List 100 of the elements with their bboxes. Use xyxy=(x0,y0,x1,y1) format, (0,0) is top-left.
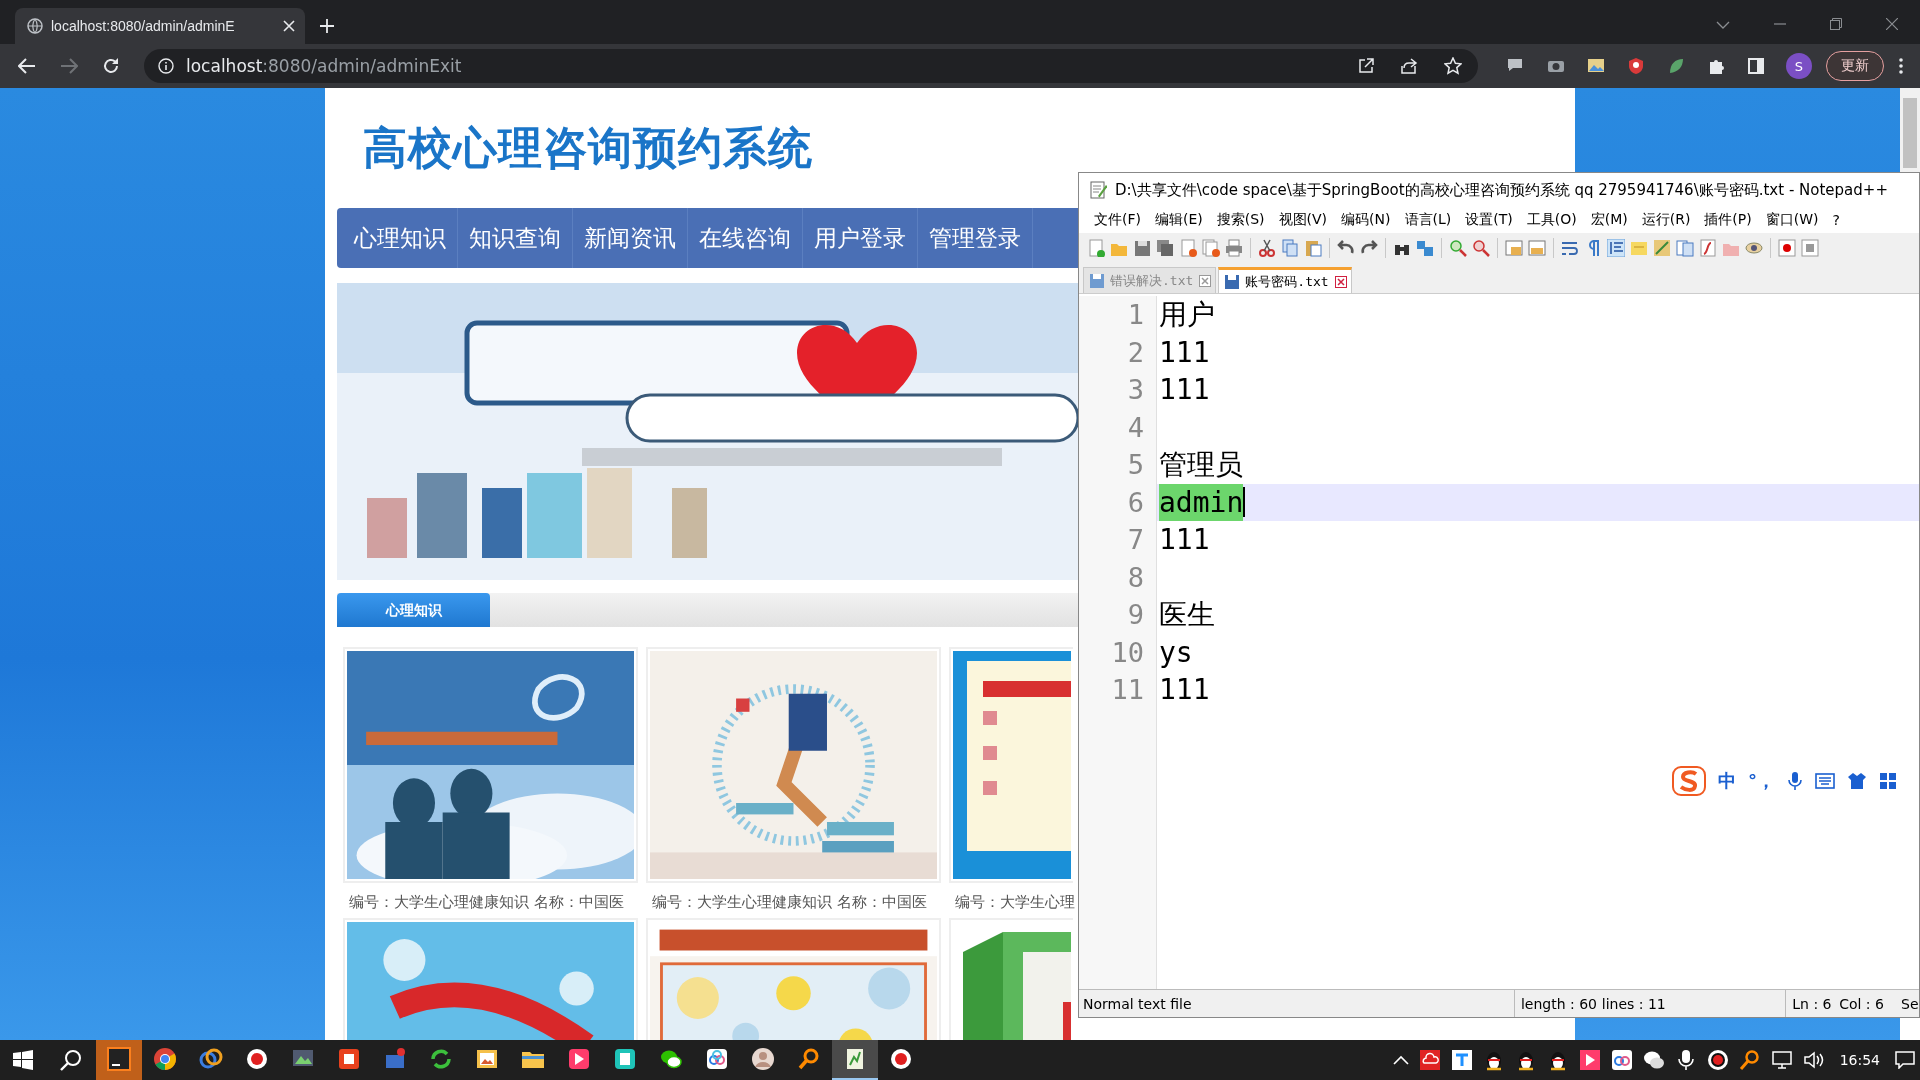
shirt-icon[interactable] xyxy=(1847,772,1867,790)
line-number: 1 xyxy=(1126,298,1144,332)
close-file-icon[interactable] xyxy=(1179,239,1197,257)
punctuation-toggle[interactable]: °， xyxy=(1748,769,1775,793)
close-icon[interactable] xyxy=(1886,18,1898,30)
ide-icon[interactable] xyxy=(107,1047,131,1071)
status-text: Ln : 6 xyxy=(1785,990,1840,1017)
address-bar[interactable]: localhost:8080/admin/adminExit xyxy=(144,49,1478,83)
record-icon[interactable] xyxy=(245,1047,269,1071)
nav-link[interactable]: 在线咨询 xyxy=(688,208,803,268)
input-mode-toggle[interactable]: 中 xyxy=(1718,769,1736,793)
more-icon[interactable] xyxy=(1899,58,1903,74)
record-icon[interactable] xyxy=(1706,1049,1729,1071)
search-tool-icon[interactable] xyxy=(1738,1049,1761,1071)
sync-icon[interactable] xyxy=(429,1047,453,1071)
search-tool-icon[interactable] xyxy=(797,1047,821,1071)
puzzle-icon[interactable] xyxy=(1707,57,1725,75)
window-title: D:\共享文件\code space\基于SpringBoot的高校心理咨询预约系统 qq 2795941746\账号密码.txt - Notepad++ xyxy=(1115,180,1888,200)
menu-item[interactable]: 搜索(S) xyxy=(1209,211,1272,229)
copy-icon[interactable] xyxy=(1281,239,1299,257)
restore-icon[interactable] xyxy=(1830,18,1842,30)
panel-icon[interactable] xyxy=(1676,239,1694,257)
scrollbar[interactable] xyxy=(1900,88,1920,172)
sidebar-icon[interactable] xyxy=(1747,57,1765,75)
chat-app-icon[interactable] xyxy=(1642,1049,1665,1071)
share-icon[interactable] xyxy=(1400,58,1418,74)
keyboard-icon[interactable] xyxy=(1815,773,1835,789)
back-icon[interactable] xyxy=(18,58,36,74)
menu-item[interactable]: 插件(P) xyxy=(1697,211,1759,229)
new-file-icon[interactable] xyxy=(1087,239,1105,257)
paste-icon[interactable] xyxy=(1304,239,1322,257)
clock-text[interactable]: 16:54 xyxy=(1839,1052,1880,1068)
network-icon[interactable] xyxy=(1770,1049,1793,1071)
image-icon[interactable] xyxy=(1587,57,1605,75)
save-icon[interactable] xyxy=(1133,239,1151,257)
menu-item[interactable]: 编码(N) xyxy=(1334,211,1398,229)
swirl-icon[interactable] xyxy=(199,1047,223,1071)
status-text: length : 60 xyxy=(1513,990,1602,1017)
eye-icon[interactable] xyxy=(1745,239,1763,257)
video-app-icon[interactable] xyxy=(1578,1049,1601,1071)
video-app-icon[interactable] xyxy=(567,1047,591,1071)
card-caption: 编号：大学生心理 xyxy=(954,892,1076,913)
menu-item[interactable]: ? xyxy=(1825,212,1847,228)
record-macro-icon[interactable] xyxy=(1778,239,1796,257)
notification-icon[interactable] xyxy=(1895,1051,1915,1069)
star-icon[interactable] xyxy=(1444,57,1462,75)
indent-guide-icon[interactable] xyxy=(1607,239,1625,257)
close-icon[interactable] xyxy=(1334,275,1347,288)
ime-logo-icon[interactable] xyxy=(1672,766,1706,796)
forward-icon xyxy=(60,58,78,74)
info-icon[interactable] xyxy=(158,58,174,74)
update-button[interactable]: 更新 xyxy=(1826,51,1884,81)
file-tab[interactable]: 账号密码.txt xyxy=(1218,267,1352,293)
chrome-icon[interactable] xyxy=(153,1047,177,1071)
nav-link[interactable]: 管理登录 xyxy=(918,208,1033,268)
menu-item[interactable]: 窗口(W) xyxy=(1758,211,1826,229)
chevron-down-icon[interactable] xyxy=(1716,20,1730,30)
nav-link[interactable]: 心理知识 xyxy=(343,208,458,268)
menu-item[interactable]: 文件(F) xyxy=(1087,211,1148,229)
avatar-icon[interactable] xyxy=(751,1047,775,1071)
search-icon[interactable] xyxy=(60,1049,82,1071)
save-icon xyxy=(1090,273,1104,288)
speaker-icon[interactable] xyxy=(1802,1049,1825,1071)
scrollbar-thumb[interactable] xyxy=(1903,98,1917,168)
scissors-icon[interactable] xyxy=(1258,239,1276,257)
zoom-out-icon[interactable] xyxy=(1472,239,1490,257)
menu-item[interactable]: 编辑(E) xyxy=(1148,211,1210,229)
card-caption: 编号：大学生心理健康知识 名称：中国医 xyxy=(348,892,625,913)
menu-item[interactable]: 宏(M) xyxy=(1583,211,1635,229)
code-line: 111 xyxy=(1159,334,1210,371)
stop-icon[interactable] xyxy=(1801,239,1819,257)
nav-link[interactable]: 用户登录 xyxy=(803,208,918,268)
windows-icon[interactable] xyxy=(13,1050,33,1070)
photo-icon[interactable] xyxy=(475,1047,499,1071)
profile-avatar[interactable]: S xyxy=(1786,53,1812,79)
menu-item[interactable]: 设置(T) xyxy=(1458,211,1520,229)
menu-item[interactable]: 语言(L) xyxy=(1397,211,1459,229)
app-icon[interactable] xyxy=(1450,1049,1473,1071)
menu-item[interactable]: 视图(V) xyxy=(1271,211,1335,229)
zoom-in-icon[interactable] xyxy=(1449,239,1467,257)
menu-item[interactable]: 运行(R) xyxy=(1634,211,1698,229)
close-all-icon[interactable] xyxy=(1202,239,1220,257)
new-tab-icon[interactable] xyxy=(319,18,335,34)
section-tab[interactable]: 心理知识 xyxy=(337,593,490,627)
record-icon[interactable] xyxy=(889,1047,913,1071)
word-wrap-icon[interactable] xyxy=(1561,239,1579,257)
nav-link[interactable]: 知识查询 xyxy=(458,208,573,268)
grid-icon[interactable] xyxy=(1879,772,1897,790)
shield-icon[interactable] xyxy=(1627,57,1645,75)
leaf-icon[interactable] xyxy=(1667,57,1685,75)
nav-link[interactable]: 新闻资讯 xyxy=(573,208,688,268)
line-number: 6 xyxy=(1126,485,1144,520)
chevron-up-icon[interactable] xyxy=(1392,1055,1409,1065)
browser-tab[interactable]: localhost:8080/admin/adminE xyxy=(15,8,305,44)
print-icon[interactable] xyxy=(1225,239,1243,257)
menu-item[interactable]: 工具(O) xyxy=(1519,211,1584,229)
external-link-icon[interactable] xyxy=(1358,58,1374,74)
code-line: 111 xyxy=(1159,672,1210,708)
globe-icon xyxy=(27,18,43,34)
reload-icon[interactable] xyxy=(102,57,120,75)
